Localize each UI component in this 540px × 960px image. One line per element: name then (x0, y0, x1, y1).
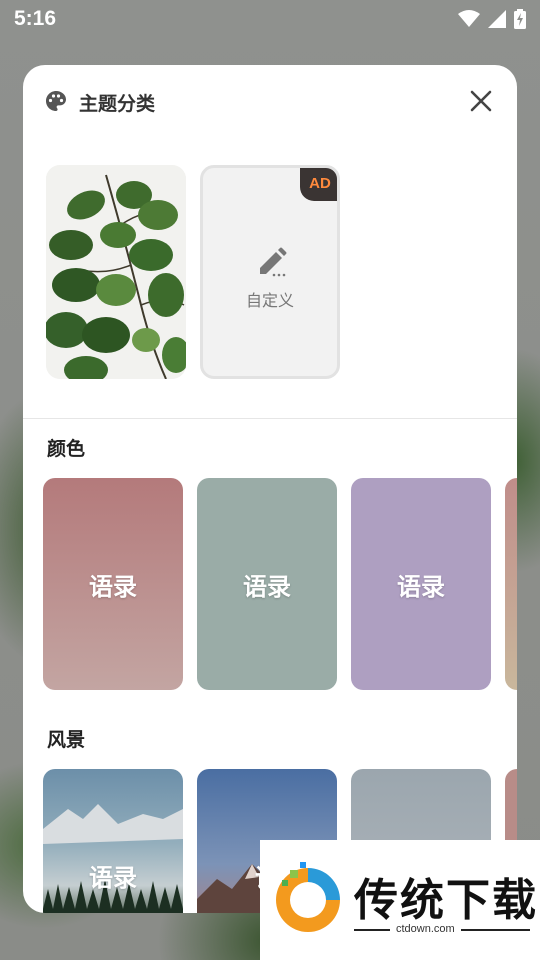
divider (23, 418, 517, 419)
color-card[interactable]: 语录 (197, 478, 337, 690)
theme-category-sheet: 主题分类 AD 自定义 颜色 语录 语录 语录 风景 语录 (23, 65, 517, 913)
color-card[interactable]: 语录 (43, 478, 183, 690)
scenery-card[interactable]: 语录 (43, 769, 183, 913)
status-icons (458, 9, 526, 29)
quote-label: 语录 (89, 571, 137, 601)
pencil-icon (260, 247, 287, 277)
section-title-color: 颜色 (47, 438, 86, 460)
ad-badge: AD (300, 168, 337, 201)
custom-theme-card[interactable]: AD 自定义 (200, 165, 340, 379)
custom-label: 自定义 (245, 291, 294, 310)
watermark-url: ctdown.com (390, 923, 461, 935)
section-title-scenery: 风景 (47, 729, 86, 751)
wifi-icon (458, 10, 480, 27)
close-icon[interactable] (469, 89, 493, 113)
battery-charging-icon (514, 9, 526, 29)
signal-icon (488, 10, 506, 28)
quote-label: 语录 (397, 571, 445, 601)
color-card[interactable] (505, 478, 517, 690)
color-card[interactable]: 语录 (351, 478, 491, 690)
ctdown-watermark: 传统下载 ctdown.com (260, 840, 540, 960)
watermark-title: 传统下载 (354, 875, 538, 926)
sheet-title: 主题分类 (79, 93, 156, 115)
palette-icon (46, 91, 66, 111)
sheet-header: 主题分类 (23, 65, 517, 137)
quote-label: 语录 (89, 862, 137, 892)
leaf-theme-card[interactable] (46, 165, 186, 379)
status-bar: 5:16 (0, 0, 540, 38)
quote-label: 语录 (243, 571, 291, 601)
status-time: 5:16 (14, 7, 57, 30)
leaf-wallpaper-image (46, 165, 186, 379)
ctdown-logo-icon (276, 862, 340, 932)
